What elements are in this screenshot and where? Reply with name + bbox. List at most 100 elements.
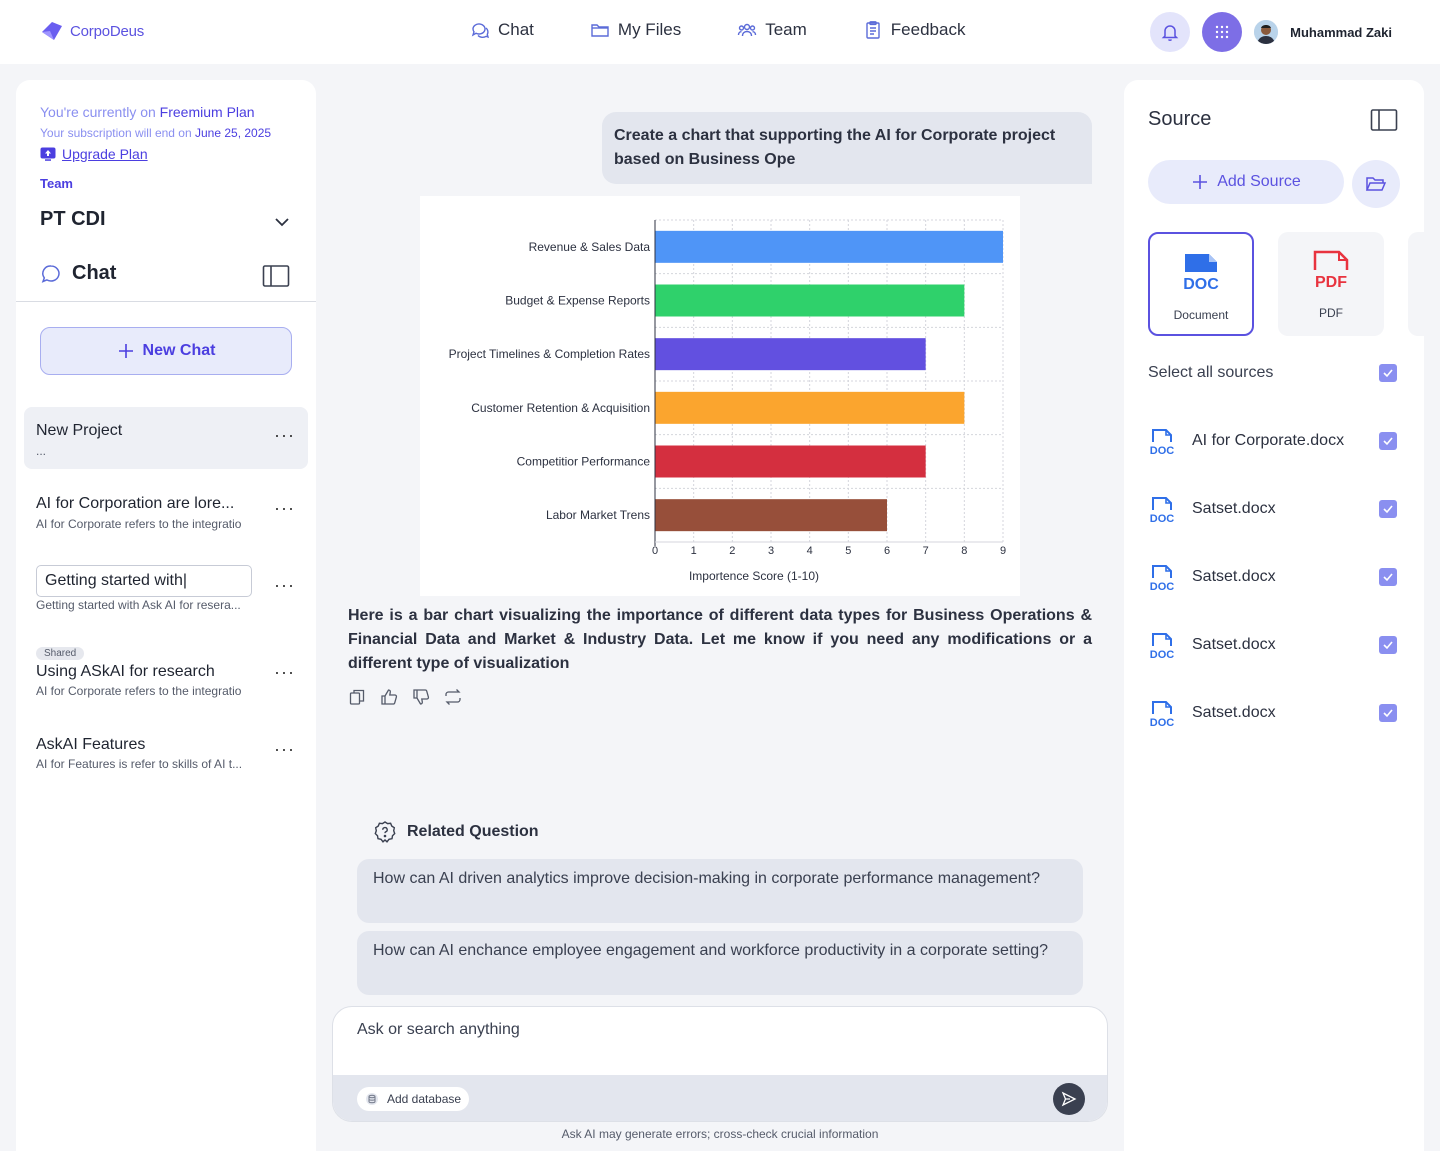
upgrade-plan-link[interactable]: Upgrade Plan	[40, 146, 148, 162]
select-all-checkbox[interactable]	[1379, 364, 1397, 382]
chat-list-item[interactable]: Shared Using ASkAI for research AI for C…	[24, 640, 308, 702]
subscription-prefix: Your subscription will end on	[40, 126, 195, 140]
source-file-checkbox[interactable]	[1379, 636, 1397, 654]
top-header: CorpoDeus Chat My Files Team Feedback Mu…	[0, 0, 1440, 64]
source-type-pdf[interactable]: PDF PDF	[1278, 232, 1384, 336]
database-icon	[366, 1093, 378, 1105]
check-icon	[1383, 641, 1393, 650]
bar-chart: Revenue & Sales Data Budget & Expense Rep…	[449, 219, 1006, 583]
chart-bar	[655, 284, 965, 317]
chat-input-box[interactable]: Ask or search anything Add database	[332, 1006, 1108, 1122]
x-axis-title: Importence Score (1-10)	[689, 569, 819, 583]
source-file-name: AI for Corporate.docx	[1192, 432, 1345, 449]
more-options-icon[interactable]: ···	[274, 575, 295, 596]
type-label: Document	[1173, 308, 1229, 322]
add-database-button[interactable]: Add database	[357, 1087, 470, 1111]
source-file-row[interactable]: DOC AI for Corporate.docx	[1148, 426, 1400, 458]
header-right: Muhammad Zaki	[1150, 12, 1392, 52]
chat-section-title: Chat	[40, 262, 116, 285]
notification-button[interactable]	[1150, 12, 1191, 52]
source-file-row[interactable]: DOC Satset.docx	[1148, 562, 1400, 594]
source-file-checkbox[interactable]	[1379, 432, 1397, 450]
add-source-button[interactable]: Add Source	[1148, 160, 1344, 204]
disclaimer: Ask AI may generate errors; cross-check …	[561, 1127, 879, 1141]
source-file-row[interactable]: DOC Satset.docx	[1148, 494, 1400, 526]
source-file-row[interactable]: DOC Satset.docx	[1148, 630, 1400, 662]
chat-bubble-icon	[41, 264, 60, 283]
doc-badge-text: DOC	[1150, 513, 1175, 524]
source-file-checkbox[interactable]	[1379, 568, 1397, 586]
doc-badge-text: DOC	[1150, 649, 1175, 660]
chat-item-title: AI for Corporation are lore...	[36, 495, 235, 512]
nav-feedback[interactable]: Feedback	[863, 20, 965, 40]
nav-team[interactable]: Team	[737, 20, 807, 40]
logo-icon	[42, 22, 62, 40]
plus-icon	[1193, 175, 1208, 189]
thumbs-up-icon[interactable]	[380, 688, 398, 706]
chat-item-subtitle: AI for Corporate refers to the integrati…	[36, 684, 242, 698]
nav-my-files-label: My Files	[617, 20, 682, 39]
chat-list-item[interactable]: New Project ... ···	[24, 407, 308, 469]
thumbs-down-icon[interactable]	[412, 688, 430, 706]
check-icon	[1383, 505, 1393, 514]
doc-file-icon: DOC	[1150, 701, 1174, 728]
grid-dots-icon	[1215, 25, 1229, 39]
source-file-row[interactable]: DOC Satset.docx	[1148, 698, 1400, 730]
chat-input[interactable]: Ask or search anything	[357, 1021, 520, 1039]
chat-section-label: Chat	[72, 262, 117, 284]
x-tick-label: 3	[768, 545, 774, 557]
check-icon	[1383, 437, 1393, 446]
nav-chat[interactable]: Chat	[470, 20, 534, 40]
source-type-more[interactable]	[1408, 232, 1424, 336]
chat-list-item[interactable]: AI for Corporation are lore... AI for Co…	[24, 480, 308, 542]
chart-bar	[655, 445, 926, 478]
send-button[interactable]	[1053, 1083, 1085, 1115]
more-options-icon[interactable]: ···	[274, 498, 295, 519]
source-file-checkbox[interactable]	[1379, 500, 1397, 518]
panel-toggle-icon[interactable]	[1370, 108, 1398, 132]
doc-file-icon: DOC	[1150, 633, 1175, 660]
doc-badge-text: DOC	[1183, 276, 1219, 292]
related-question-item[interactable]: How can AI driven analytics improve deci…	[357, 859, 1083, 923]
select-all-label: Select all sources	[1148, 364, 1274, 381]
folder-icon	[591, 24, 609, 37]
type-label: PDF	[1319, 306, 1343, 320]
nav-my-files[interactable]: My Files	[590, 20, 681, 40]
related-question-item[interactable]: How can AI enchance employee engagement …	[357, 931, 1083, 995]
source-type-document[interactable]: DOC Document	[1148, 232, 1254, 336]
source-file-checkbox[interactable]	[1379, 704, 1397, 722]
logo-text: CorpoDeus	[70, 22, 145, 40]
add-source-label: Add Source	[1217, 173, 1301, 190]
pdf-file-icon: PDF	[1313, 250, 1349, 290]
new-chat-button[interactable]: New Chat	[40, 327, 292, 375]
logo[interactable]: CorpoDeus	[40, 20, 144, 42]
category-label: Labor Market Trens	[546, 508, 650, 522]
upgrade-plan-label: Upgrade Plan	[62, 146, 148, 162]
more-options-icon[interactable]: ···	[274, 425, 295, 446]
add-database-label: Add database	[387, 1092, 462, 1106]
chat-list-item[interactable]: Getting started with| Getting started wi…	[24, 557, 308, 619]
chat-rename-input[interactable]: Getting started with|	[36, 565, 252, 597]
regenerate-icon[interactable]	[444, 688, 462, 706]
x-tick-label: 7	[923, 545, 929, 557]
x-tick-label: 0	[652, 545, 658, 557]
doc-badge-text: DOC	[1150, 581, 1175, 592]
source-file-name: Satset.docx	[1192, 568, 1276, 585]
copy-icon[interactable]	[348, 688, 366, 706]
avatar[interactable]	[1254, 20, 1279, 44]
related-question-title: Related Question	[373, 820, 539, 844]
check-icon	[1383, 369, 1393, 378]
open-folder-button[interactable]	[1352, 160, 1400, 208]
chat-list-item[interactable]: AskAI Features AI for Features is refer …	[24, 730, 308, 792]
subscription-info: Your subscription will end on June 25, 2…	[40, 126, 271, 140]
chat-item-title: New Project	[36, 422, 123, 439]
more-options-icon[interactable]: ···	[274, 739, 295, 760]
chevron-down-icon[interactable]	[272, 212, 292, 232]
more-options-icon[interactable]: ···	[274, 662, 295, 683]
apps-button[interactable]	[1202, 12, 1243, 52]
shared-badge: Shared	[36, 647, 85, 660]
team-selector[interactable]: PT CDI	[40, 208, 106, 231]
source-title: Source	[1148, 108, 1212, 130]
plus-icon	[118, 344, 133, 358]
sidebar-toggle-icon[interactable]	[262, 264, 290, 288]
